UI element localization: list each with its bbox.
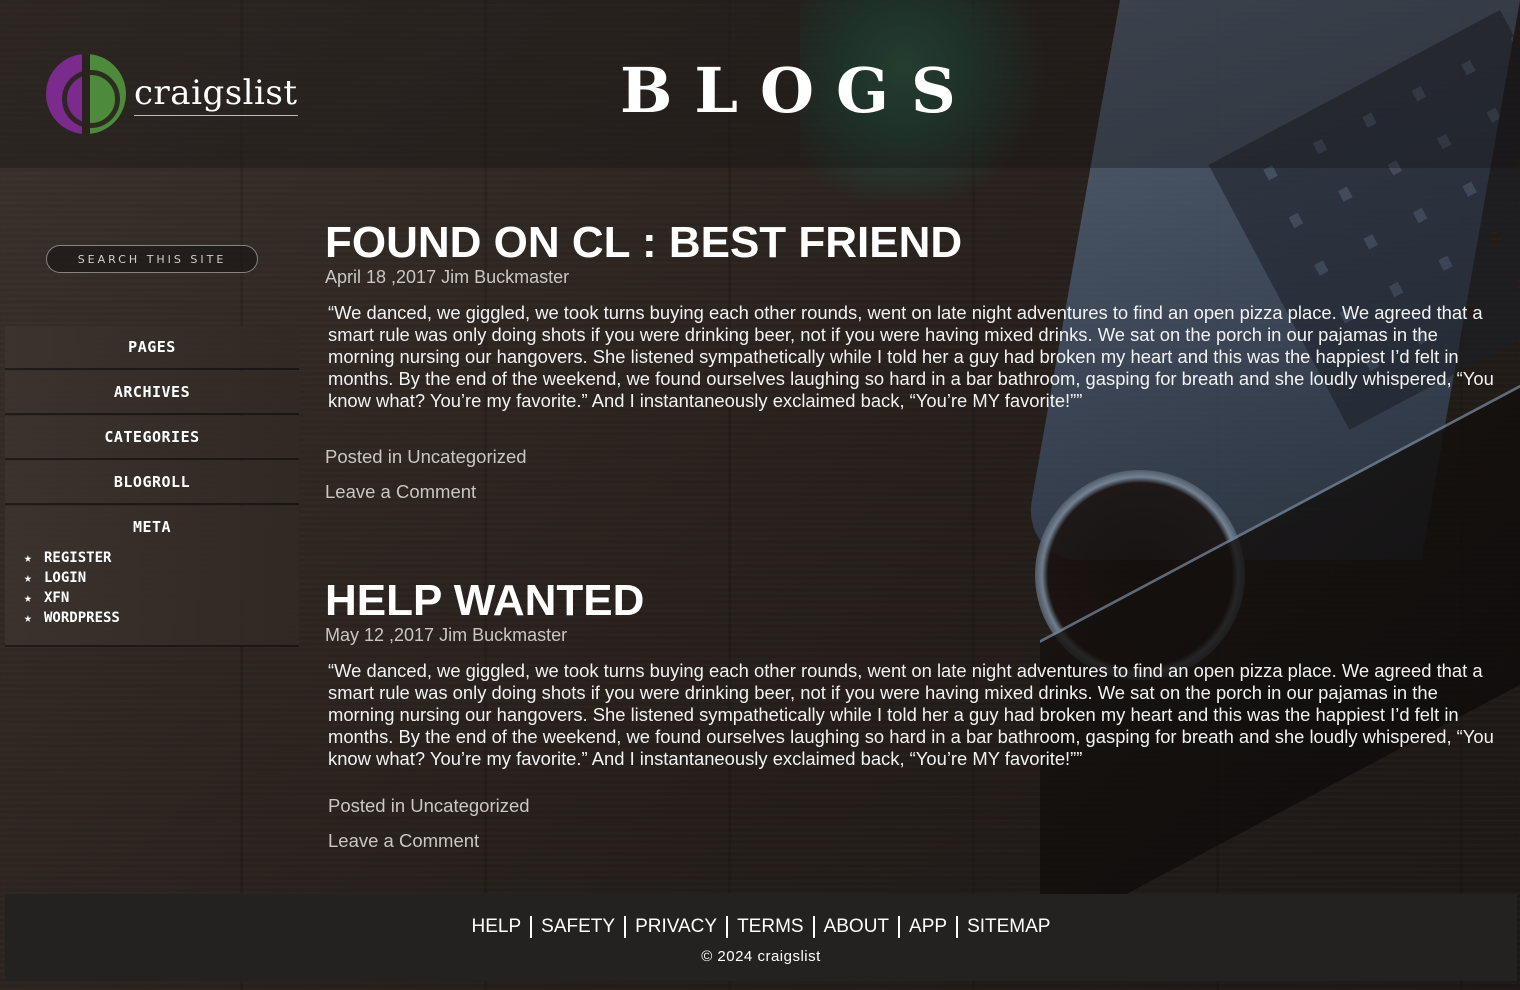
leave-comment-link[interactable]: Leave a Comment bbox=[325, 481, 476, 502]
logo[interactable]: craigslist bbox=[46, 54, 298, 134]
craigslist-peace-logo-icon bbox=[46, 54, 126, 134]
post-meta: April 18 ,2017 Jim Buckmaster bbox=[325, 267, 570, 287]
meta-item-label: WORDPRESS bbox=[44, 610, 120, 626]
footer-link-help[interactable]: HELP bbox=[463, 916, 531, 938]
blog-post: FOUND ON CL : BEST FRIEND April 18 ,2017… bbox=[325, 221, 1495, 516]
post-category-line: Posted in Uncategorized bbox=[325, 446, 1495, 481]
footer-link-sitemap[interactable]: SITEMAP bbox=[958, 916, 1059, 938]
meta-list: ★ REGISTER ★ LOGIN ★ XFN ★ WORDPRESS bbox=[5, 548, 299, 628]
category-link[interactable]: Uncategorized bbox=[407, 446, 526, 467]
sidebar-item-blogroll[interactable]: BLOGROLL bbox=[5, 461, 299, 505]
footer-link-privacy[interactable]: PRIVACY bbox=[626, 916, 726, 938]
meta-item-login[interactable]: ★ LOGIN bbox=[24, 568, 299, 588]
leave-comment-link[interactable]: Leave a Comment bbox=[328, 830, 479, 851]
post-body: “We danced, we giggled, we took turns bu… bbox=[328, 302, 1494, 411]
post-title[interactable]: FOUND ON CL : BEST FRIEND bbox=[325, 221, 1495, 265]
footer-link-safety[interactable]: SAFETY bbox=[532, 916, 624, 938]
meta-item-label: LOGIN bbox=[44, 570, 87, 586]
posted-in-label: Posted in bbox=[328, 795, 411, 816]
footer: HELP SAFETY PRIVACY TERMS ABOUT APP SITE… bbox=[5, 894, 1517, 981]
star-icon: ★ bbox=[24, 550, 32, 566]
post-meta: May 12 ,2017 Jim Buckmaster bbox=[325, 625, 568, 645]
footer-link-terms[interactable]: TERMS bbox=[728, 916, 813, 938]
post-category-line: Posted in Uncategorized bbox=[328, 795, 1495, 830]
search-box[interactable] bbox=[46, 245, 258, 273]
meta-item-label: XFN bbox=[44, 590, 70, 606]
post-footer: Posted in Uncategorized Leave a Comment bbox=[325, 795, 1495, 865]
meta-item-register[interactable]: ★ REGISTER bbox=[24, 548, 299, 568]
sidebar-nav: PAGES ARCHIVES CATEGORIES BLOGROLL META … bbox=[5, 326, 299, 647]
post-body: “We danced, we giggled, we took turns bu… bbox=[328, 660, 1494, 769]
blog-post: HELP WANTED May 12 ,2017 Jim Buckmaster … bbox=[325, 579, 1495, 865]
meta-title: META bbox=[132, 518, 172, 536]
footer-links: HELP SAFETY PRIVACY TERMS ABOUT APP SITE… bbox=[5, 916, 1517, 938]
star-icon: ★ bbox=[24, 570, 32, 586]
footer-link-about[interactable]: ABOUT bbox=[815, 916, 898, 938]
meta-item-xfn[interactable]: ★ XFN bbox=[24, 588, 299, 608]
page-title: BLOGS bbox=[620, 54, 978, 127]
sidebar-item-pages[interactable]: PAGES bbox=[5, 326, 299, 370]
search-input[interactable] bbox=[57, 252, 247, 266]
sidebar-meta-section: META ★ REGISTER ★ LOGIN ★ XFN ★ WORDPRESS bbox=[5, 506, 299, 647]
copyright: © 2024 craigslist bbox=[701, 948, 821, 965]
post-title[interactable]: HELP WANTED bbox=[325, 579, 1495, 623]
sidebar-item-archives[interactable]: ARCHIVES bbox=[5, 371, 299, 415]
category-link[interactable]: Uncategorized bbox=[410, 795, 529, 816]
posted-in-label: Posted in bbox=[325, 446, 408, 467]
meta-item-wordpress[interactable]: ★ WORDPRESS bbox=[24, 608, 299, 628]
meta-item-label: REGISTER bbox=[44, 550, 112, 566]
star-icon: ★ bbox=[24, 610, 32, 626]
sidebar-item-categories[interactable]: CATEGORIES bbox=[5, 416, 299, 460]
star-icon: ★ bbox=[24, 590, 32, 606]
post-footer: Posted in Uncategorized Leave a Comment bbox=[325, 446, 1495, 516]
footer-link-app[interactable]: APP bbox=[900, 916, 956, 938]
logo-text: craigslist bbox=[134, 73, 298, 116]
